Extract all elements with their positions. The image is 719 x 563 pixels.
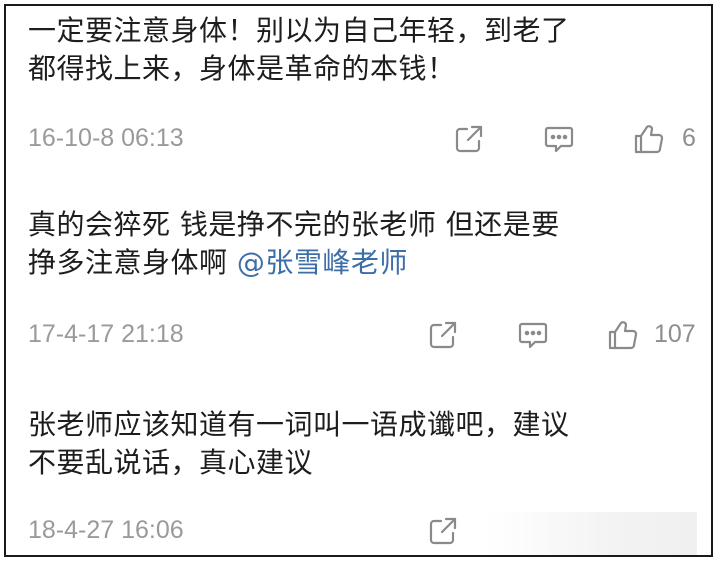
comment-item: 张老师应该知道有一词叫一语成谶吧，建议 不要乱说话，真心建议 18-4-27 1… (28, 406, 697, 555)
share-icon[interactable] (452, 122, 486, 156)
comment-line: 都得找上来，身体是革命的本钱！ (28, 52, 456, 85)
comment-item: 一定要注意身体！别以为自己年轻，到老了 都得找上来，身体是革命的本钱！ 16-1… (28, 12, 697, 154)
comment-icon[interactable] (542, 122, 576, 156)
share-icon[interactable] (426, 514, 460, 548)
comment-line-text: 挣多注意身体啊 (28, 246, 237, 279)
comment-icon[interactable] (516, 318, 550, 352)
share-icon[interactable] (426, 318, 460, 352)
mention-link[interactable]: @张雪峰老师 (237, 246, 408, 279)
comment-meta: 17-4-17 21:18 107 (28, 316, 697, 356)
watermark-fade (487, 512, 697, 555)
like-count: 107 (654, 320, 696, 348)
comment-text: 真的会猝死 钱是挣不完的张老师 但还是要 挣多注意身体啊 @张雪峰老师 (28, 206, 697, 282)
comment-line: 一定要注意身体！别以为自己年轻，到老了 (28, 14, 570, 47)
comment-item: 真的会猝死 钱是挣不完的张老师 但还是要 挣多注意身体啊 @张雪峰老师 17-4… (28, 206, 697, 350)
comment-list: 一定要注意身体！别以为自己年轻，到老了 都得找上来，身体是革命的本钱！ 16-1… (4, 4, 713, 557)
comment-timestamp: 18-4-27 16:06 (28, 516, 184, 544)
comment-line: 真的会猝死 钱是挣不完的张老师 但还是要 (28, 208, 560, 241)
comment-line: 张老师应该知道有一词叫一语成谶吧，建议 (28, 408, 570, 441)
comment-line: 不要乱说话，真心建议 (28, 446, 314, 479)
comment-timestamp: 17-4-17 21:18 (28, 320, 184, 348)
like-count: 6 (682, 124, 696, 152)
comment-line: 挣多注意身体啊 @张雪峰老师 (28, 244, 697, 282)
thumbs-up-icon[interactable] (632, 122, 666, 156)
comment-meta: 18-4-27 16:06 (28, 512, 697, 555)
thumbs-up-icon[interactable] (606, 318, 640, 352)
comment-timestamp: 16-10-8 06:13 (28, 124, 184, 152)
comment-meta: 16-10-8 06:13 6 (28, 120, 697, 160)
comment-text: 张老师应该知道有一词叫一语成谶吧，建议 不要乱说话，真心建议 (28, 406, 697, 482)
comment-text: 一定要注意身体！别以为自己年轻，到老了 都得找上来，身体是革命的本钱！ (28, 12, 697, 88)
